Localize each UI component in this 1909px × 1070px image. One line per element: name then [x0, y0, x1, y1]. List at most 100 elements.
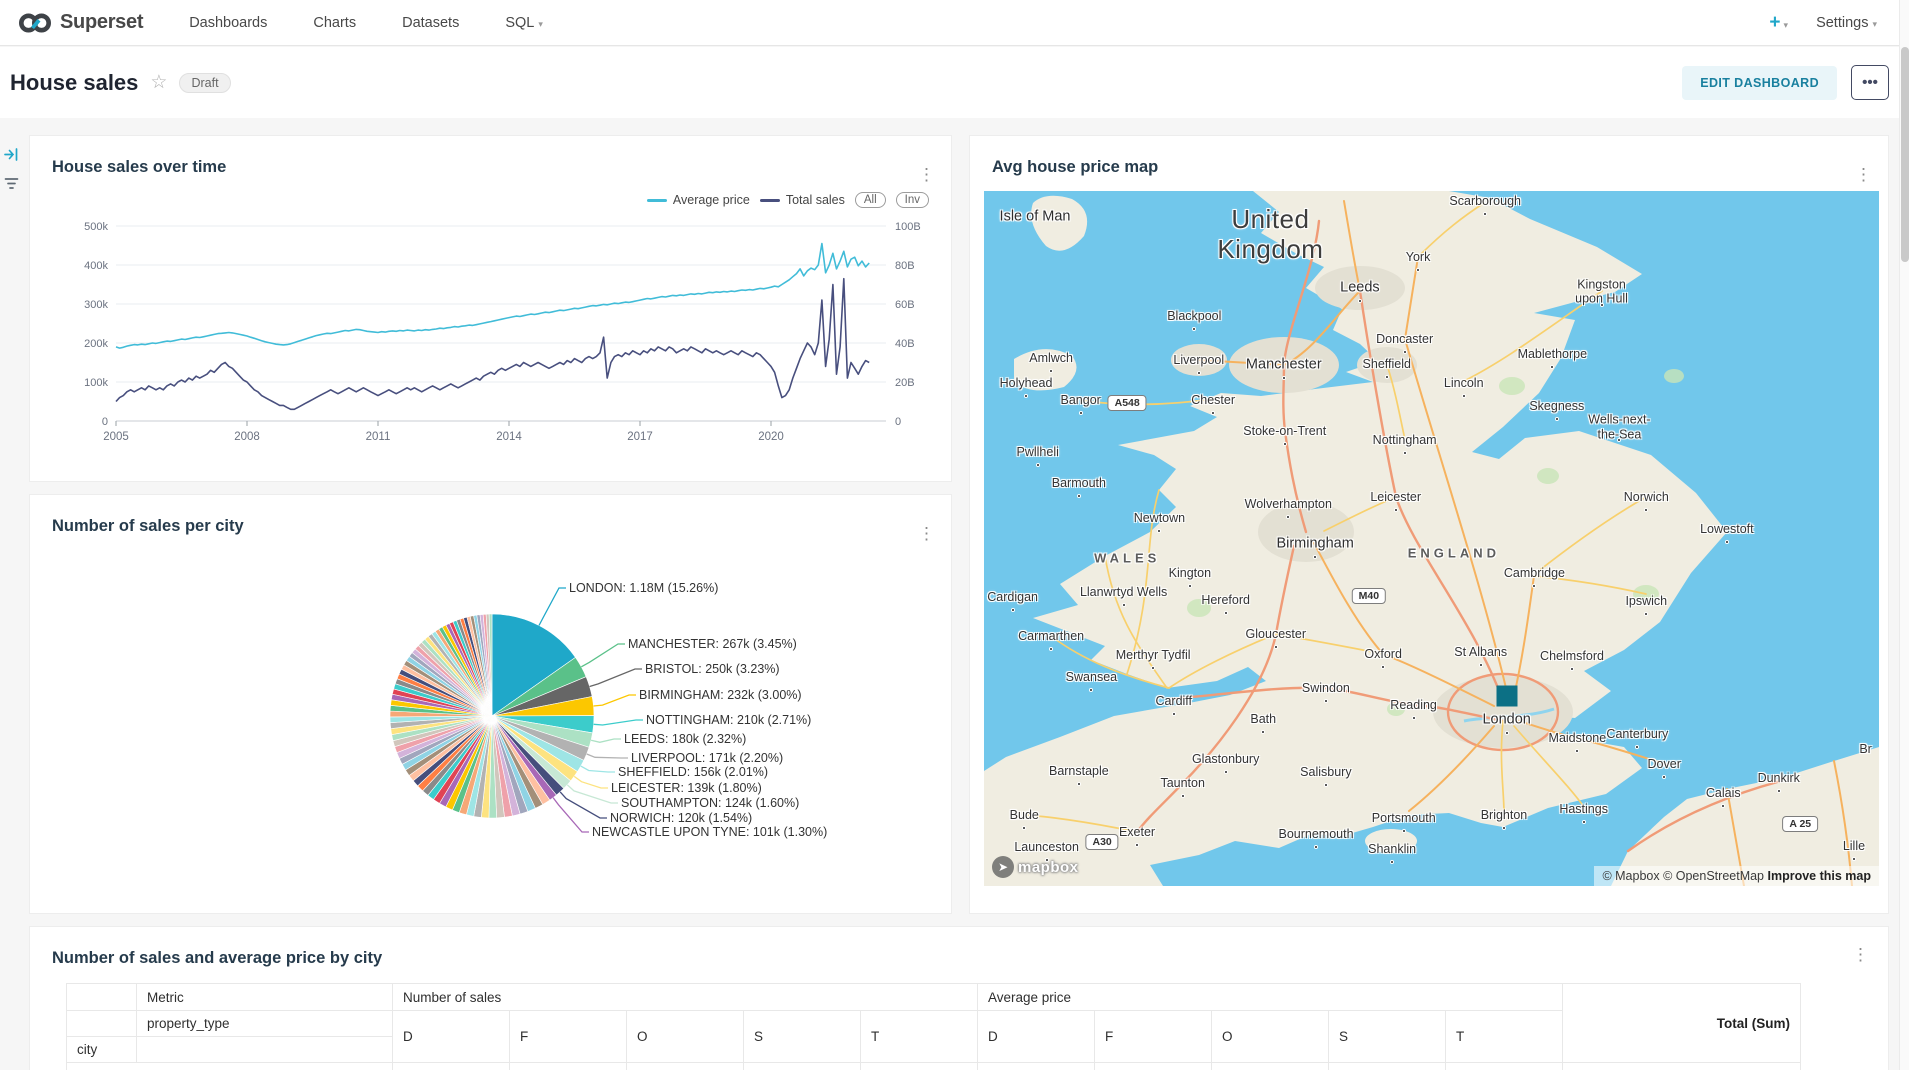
kebab-menu-icon[interactable]: ⋮ — [1855, 166, 1872, 183]
map-label: Cambridge — [1504, 566, 1565, 580]
col-header[interactable]: O — [627, 1011, 744, 1063]
page-scrollbar[interactable] — [1899, 0, 1909, 1070]
map-city-dot — [1274, 645, 1278, 649]
map-label: Glastonbury — [1192, 752, 1259, 766]
kebab-menu-icon[interactable]: ⋮ — [1852, 946, 1869, 963]
map-label: Pwllheli — [1016, 444, 1058, 458]
map-label: Cardigan — [987, 590, 1038, 604]
svg-text:2005: 2005 — [103, 431, 129, 443]
map-label: Liverpool — [1173, 353, 1224, 367]
dashboard-header: House sales ☆ Draft EDIT DASHBOARD ••• — [0, 47, 1909, 118]
map-city-dot — [1022, 826, 1026, 830]
map-label: Gloucester — [1246, 627, 1306, 641]
pie-slice-label: LEEDS: 180k (2.32%) — [624, 732, 746, 746]
edit-dashboard-button[interactable]: EDIT DASHBOARD — [1682, 66, 1837, 100]
map-city-dot — [1725, 540, 1729, 544]
pie-slice-label: BRISTOL: 250k (3.23%) — [645, 662, 780, 676]
pie-slice-label: SHEFFIELD: 156k (2.01%) — [618, 765, 768, 779]
pie-slice-label: SOUTHAMPTON: 124k (1.60%) — [621, 796, 799, 810]
chart-panel-sales-per-city: Number of sales per city ⋮ LONDON: 1.18M… — [29, 494, 952, 914]
pie-slice-label: NOTTINGHAM: 210k (2.71%) — [646, 713, 811, 727]
map-city-dot — [1282, 376, 1286, 380]
cell-value[interactable]: 841 — [744, 1063, 861, 1070]
col-header[interactable]: F — [510, 1011, 627, 1063]
map-label: Reading — [1390, 698, 1437, 712]
blank-cell — [137, 1037, 393, 1063]
map-label: Sheffield — [1363, 357, 1411, 371]
map-label: Canterbury — [1606, 727, 1668, 741]
map-label: Bath — [1250, 712, 1276, 726]
settings-menu[interactable]: Settings▾ — [1816, 15, 1877, 31]
map-city-dot — [1582, 820, 1586, 824]
nav-item-sql[interactable]: SQL▾ — [505, 15, 543, 31]
map-city-dot — [1479, 663, 1483, 667]
svg-text:40B: 40B — [895, 338, 915, 350]
col-header[interactable]: T — [1446, 1011, 1563, 1063]
col-header[interactable]: S — [744, 1011, 861, 1063]
dashboard-more-menu-button[interactable]: ••• — [1851, 65, 1889, 100]
map-label: Bude — [1010, 808, 1039, 822]
map-label: Leicester — [1370, 490, 1421, 504]
map-city-dot — [1135, 843, 1139, 847]
table-row: ABBOTS LANGLEY 539 635 26 841 1.12k 555k… — [67, 1063, 1801, 1070]
favorite-star-icon[interactable]: ☆ — [150, 71, 167, 94]
svg-text:2011: 2011 — [366, 431, 391, 443]
map-label: Dunkirk — [1758, 771, 1800, 785]
map-label: Hereford — [1201, 592, 1250, 606]
map-label: Wolverhampton — [1245, 497, 1332, 511]
cell-value[interactable]: 202k — [1095, 1063, 1212, 1070]
nav-item-charts[interactable]: Charts — [313, 15, 356, 31]
cell-value[interactable]: 294k — [1446, 1063, 1563, 1070]
col-header[interactable]: T — [861, 1011, 978, 1063]
scrollbar-thumb[interactable] — [1901, 47, 1909, 262]
expand-filter-bar-icon[interactable] — [4, 147, 19, 162]
nav-item-datasets[interactable]: Datasets — [402, 15, 459, 31]
mapbox-logo[interactable]: ➤ mapbox — [992, 856, 1079, 878]
london-price-marker[interactable] — [1496, 686, 1517, 707]
map-label: Bangor — [1061, 392, 1101, 406]
map-label: Merthyr Tydfil — [1116, 648, 1191, 662]
map-label: Portsmouth — [1372, 811, 1436, 825]
map-city-dot — [1077, 494, 1081, 498]
pivot-header-row-property-type: property_type D F O S T D F O S T — [67, 1011, 1801, 1037]
svg-text:500k: 500k — [84, 221, 108, 233]
map-label: Birmingham — [1276, 536, 1353, 553]
map-city-dot — [1575, 749, 1579, 753]
cell-value[interactable]: 746k — [1212, 1063, 1329, 1070]
mapbox-map[interactable]: UnitedKingdomENGLANDWALESIsle of ManScar… — [984, 191, 1879, 886]
pie-chart[interactable]: LONDON: 1.18M (15.26%)MANCHESTER: 267k (… — [30, 495, 953, 913]
map-city-dot — [1283, 442, 1287, 446]
new-item-button[interactable]: +▾ — [1769, 12, 1788, 34]
blank-cell — [67, 984, 137, 1011]
col-header[interactable]: O — [1212, 1011, 1329, 1063]
svg-text:300k: 300k — [84, 299, 108, 311]
map-city-dot — [1412, 716, 1416, 720]
map-label: Hastings — [1559, 802, 1608, 816]
map-city-dot — [1502, 826, 1506, 830]
map-label: Blackpool — [1167, 309, 1221, 323]
superset-logo[interactable]: Superset — [18, 11, 143, 35]
cell-value[interactable]: 635 — [510, 1063, 627, 1070]
col-header[interactable]: F — [1095, 1011, 1212, 1063]
cell-value[interactable]: 379k — [1329, 1063, 1446, 1070]
improve-map-link[interactable]: Improve this map — [1768, 869, 1872, 883]
col-header[interactable]: D — [393, 1011, 510, 1063]
road-badge: A30 — [1085, 834, 1118, 850]
mapbox-logo-icon: ➤ — [992, 856, 1014, 878]
map-label: Taunton — [1160, 776, 1204, 790]
col-header[interactable]: D — [978, 1011, 1095, 1063]
map-city-dot — [1644, 612, 1648, 616]
col-header[interactable]: S — [1329, 1011, 1446, 1063]
map-city-dot — [1077, 782, 1081, 786]
line-chart[interactable]: 0100k200k300k400k500k020B40B60B80B100B20… — [30, 136, 953, 481]
cell-value[interactable]: 1.12k — [861, 1063, 978, 1070]
nav-item-dashboards[interactable]: Dashboards — [189, 15, 267, 31]
svg-text:100k: 100k — [84, 377, 108, 389]
map-city-dot — [1157, 529, 1161, 533]
cell-value[interactable]: 539 — [393, 1063, 510, 1070]
filter-icon[interactable] — [4, 176, 19, 191]
cell-value[interactable]: 26 — [627, 1063, 744, 1070]
map-label: Skegness — [1529, 399, 1584, 413]
map-label: York — [1406, 250, 1431, 264]
cell-value[interactable]: 555k — [978, 1063, 1095, 1070]
